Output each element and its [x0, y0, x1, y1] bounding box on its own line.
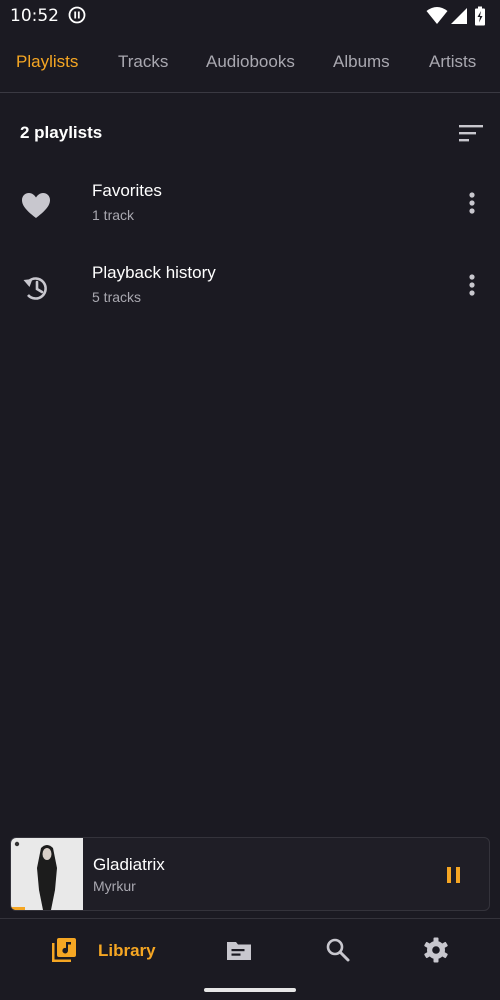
gear-icon [424, 937, 448, 963]
mini-player[interactable]: Gladiatrix Myrkur [10, 837, 490, 911]
status-time: 10:52 [10, 6, 59, 26]
track-artist: Myrkur [93, 878, 136, 894]
playlist-title: Favorites [92, 181, 162, 200]
tab-playlists[interactable]: Playlists [16, 52, 78, 72]
search-icon [326, 938, 350, 962]
nav-browse[interactable] [225, 933, 253, 967]
tab-albums[interactable]: Albums [333, 52, 390, 72]
more-vert-icon [469, 192, 475, 214]
playlist-item-favorites[interactable]: Favorites 1 track [0, 170, 500, 246]
folder-icon [227, 942, 251, 960]
playlist-track-count: 5 tracks [92, 289, 142, 305]
sort-icon [459, 125, 483, 142]
playback-progress-fill [11, 907, 26, 910]
playlist-count: 2 playlists [20, 123, 103, 142]
playlist-item-playback-history[interactable]: Playback history 5 tracks [0, 252, 500, 328]
tab-artists[interactable]: Artists [429, 52, 476, 72]
status-bar: 10:52 [0, 0, 500, 32]
sort-button[interactable] [456, 120, 486, 146]
pause-icon [447, 867, 460, 883]
playback-progress-bar [11, 907, 489, 910]
heart-icon [22, 193, 50, 218]
list-header: 2 playlists [0, 110, 500, 156]
album-art [11, 838, 83, 910]
media-playing-icon [68, 6, 86, 24]
nav-search[interactable] [324, 933, 352, 967]
more-vert-icon [469, 274, 475, 296]
signal-icon [451, 8, 467, 24]
nav-library-label: Library [98, 941, 156, 960]
battery-icon [475, 6, 485, 26]
library-music-icon [52, 938, 76, 962]
nav-settings[interactable] [422, 933, 450, 967]
nav-library[interactable]: Library [50, 933, 170, 967]
bottom-navigation: Library [0, 918, 500, 981]
track-title: Gladiatrix [93, 855, 165, 874]
playlist-track-count: 1 track [92, 207, 135, 223]
pause-button[interactable] [441, 862, 467, 888]
history-icon [23, 277, 47, 300]
status-icons [426, 6, 492, 26]
home-indicator[interactable] [204, 988, 296, 992]
tab-bar: Playlists Tracks Audiobooks Albums Artis… [0, 32, 500, 93]
wifi-icon [426, 7, 448, 24]
playlist-title: Playback history [92, 263, 216, 282]
tab-audiobooks[interactable]: Audiobooks [206, 52, 295, 72]
more-options-button[interactable] [460, 188, 484, 220]
tab-tracks[interactable]: Tracks [118, 52, 168, 72]
more-options-button[interactable] [460, 270, 484, 302]
